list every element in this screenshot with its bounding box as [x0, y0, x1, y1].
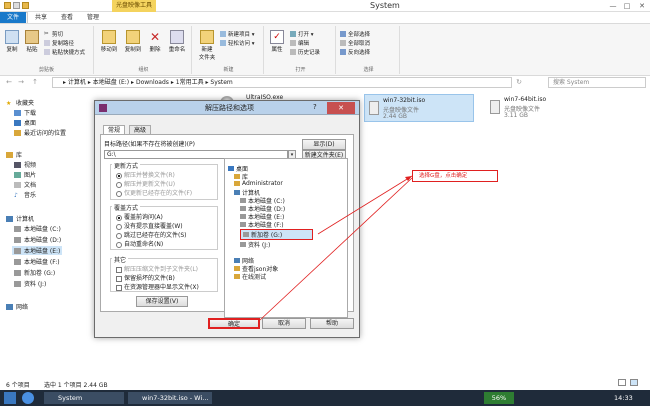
annotation-arrows — [259, 175, 413, 321]
status-bar: 6 个项目 选中 1 个项目 2.44 GB — [0, 376, 650, 390]
annotation-callout: 选择G盘，点击确定 — [412, 170, 498, 182]
battery-indicator[interactable]: 56% — [484, 392, 514, 404]
clock[interactable]: 14:33 — [614, 392, 633, 404]
tiles-view-icon[interactable] — [630, 379, 638, 386]
ie-icon[interactable] — [22, 392, 34, 404]
item-count: 6 个项目 — [6, 382, 30, 389]
start-icon[interactable] — [4, 392, 16, 404]
details-view-icon[interactable] — [618, 379, 626, 386]
selection-info: 选中 1 个项目 2.44 GB — [44, 382, 108, 389]
arrow-to-ok — [259, 177, 413, 321]
taskbar-winrar[interactable]: win7-32bit.iso - Wi... — [128, 392, 212, 404]
taskbar: System win7-32bit.iso - Wi... 56% 14:33 — [0, 390, 650, 406]
arrow-to-drive-g — [317, 175, 413, 235]
taskbar-explorer[interactable]: System — [44, 392, 124, 404]
